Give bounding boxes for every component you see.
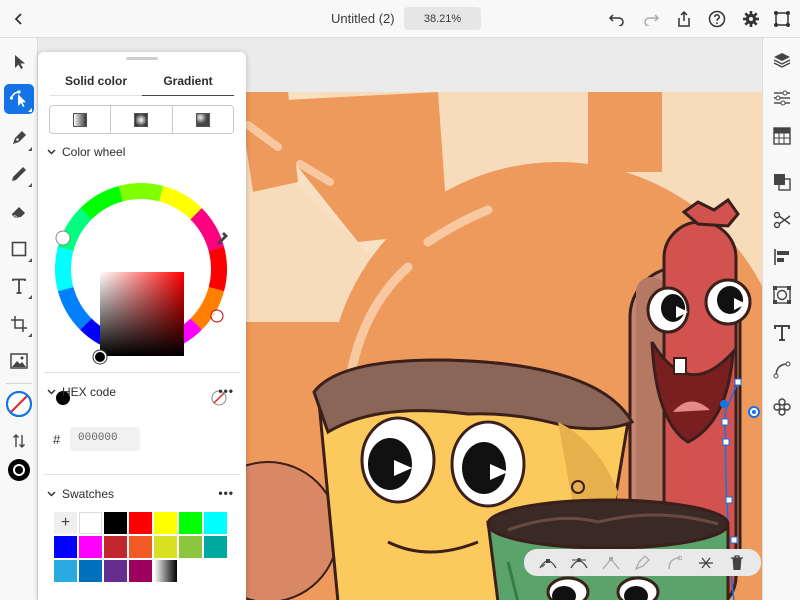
color-swatch[interactable] — [104, 560, 127, 582]
corner-anchor-icon[interactable] — [601, 553, 621, 573]
add-anchor-icon[interactable] — [632, 553, 652, 573]
add-swatch-button[interactable]: + — [54, 512, 77, 534]
hex-code-input[interactable]: 000000 — [70, 427, 140, 451]
color-swatch[interactable] — [104, 512, 127, 534]
toolbar-divider — [6, 383, 32, 384]
color-swatch[interactable] — [154, 536, 177, 558]
stroke-swatch-icon[interactable] — [4, 455, 34, 485]
pathfinder-icon[interactable] — [771, 171, 793, 193]
color-wheel-section-header[interactable]: Color wheel — [44, 144, 125, 160]
swap-icon[interactable] — [4, 426, 34, 456]
color-swatch[interactable] — [54, 536, 77, 558]
color-wheel-heading: Color wheel — [62, 145, 126, 159]
swatches-section-header[interactable]: Swatches — [44, 486, 114, 502]
eraser-tool-icon[interactable] — [4, 196, 34, 226]
chevron-down-icon — [44, 149, 58, 155]
top-bar: Untitled (2) 38.21% — [0, 0, 800, 38]
share-icon[interactable] — [673, 8, 695, 30]
color-swatch[interactable] — [79, 536, 102, 558]
type-tool-icon[interactable] — [4, 271, 34, 301]
color-swatch[interactable] — [129, 536, 152, 558]
section-divider — [44, 474, 240, 475]
color-swatch[interactable] — [129, 560, 152, 582]
redo-icon[interactable] — [640, 8, 662, 30]
rectangle-tool-icon[interactable] — [4, 234, 34, 264]
color-swatch[interactable] — [179, 512, 202, 534]
hex-code-heading: HEX code — [62, 385, 117, 399]
chevron-down-icon — [44, 491, 58, 497]
document-title[interactable]: Untitled (2) — [331, 11, 395, 26]
radial-gradient-icon[interactable] — [111, 106, 173, 133]
path-icon[interactable] — [771, 359, 793, 381]
color-swatch[interactable] — [204, 536, 227, 558]
type-panel-icon[interactable] — [771, 322, 793, 344]
section-divider — [44, 372, 240, 373]
arrange-icon[interactable] — [771, 8, 793, 30]
pencil-tool-icon[interactable] — [4, 159, 34, 189]
scissors-icon[interactable] — [771, 209, 793, 231]
color-swatch[interactable] — [154, 560, 177, 582]
transform-tool-icon[interactable] — [4, 309, 34, 339]
fill-stroke-swatch-icon[interactable] — [4, 389, 34, 419]
color-swatch[interactable] — [204, 512, 227, 534]
path-edit-toolbar — [524, 549, 761, 576]
back-chevron-icon[interactable] — [8, 8, 30, 30]
color-wheel-picker[interactable] — [38, 162, 246, 412]
hex-code-section-header[interactable]: HEX code — [44, 384, 116, 400]
undo-icon[interactable] — [606, 8, 628, 30]
color-swatch[interactable] — [79, 512, 102, 534]
panel-grab-handle[interactable] — [126, 57, 158, 60]
left-toolbar — [0, 38, 38, 600]
direct-selection-tool-icon[interactable] — [4, 84, 34, 114]
right-toolbar — [762, 38, 800, 600]
delete-icon[interactable] — [727, 553, 747, 573]
color-mode-tabs: Solid color Gradient — [50, 74, 234, 96]
zoom-level[interactable]: 38.21% — [404, 7, 481, 30]
properties-icon[interactable] — [771, 87, 793, 109]
color-swatch[interactable] — [54, 560, 77, 582]
align-icon[interactable] — [771, 246, 793, 268]
selection-tool-icon[interactable] — [4, 47, 34, 77]
image-tool-icon[interactable] — [4, 346, 34, 376]
pen-tool-icon[interactable] — [4, 123, 34, 153]
remove-anchor-icon[interactable] — [664, 553, 684, 573]
swatches-heading: Swatches — [62, 487, 115, 501]
tab-gradient[interactable]: Gradient — [142, 74, 234, 96]
smooth-anchor-icon[interactable] — [569, 553, 589, 573]
hex-more-options-icon[interactable]: ••• — [218, 384, 234, 398]
help-icon[interactable] — [706, 8, 728, 30]
color-swatch[interactable] — [104, 536, 127, 558]
color-swatch[interactable] — [154, 512, 177, 534]
layers-icon[interactable] — [771, 49, 793, 71]
color-swatch[interactable] — [179, 536, 202, 558]
convert-anchor-icon[interactable] — [538, 553, 558, 573]
tab-solid-color[interactable]: Solid color — [50, 74, 142, 96]
linear-gradient-icon[interactable] — [50, 106, 112, 133]
image-trace-icon[interactable] — [771, 284, 793, 306]
cut-path-icon[interactable] — [696, 553, 716, 573]
settings-gear-icon[interactable] — [740, 8, 762, 30]
libraries-icon[interactable] — [771, 125, 793, 147]
swatch-grid: + — [54, 512, 228, 582]
hex-prefix: # — [53, 432, 61, 447]
swatches-more-options-icon[interactable]: ••• — [218, 486, 234, 500]
color-swatch[interactable] — [129, 512, 152, 534]
color-panel: Solid color Gradient Color wheel HEX cod… — [38, 52, 246, 600]
gradient-type-selector — [49, 105, 234, 134]
freeform-gradient-icon[interactable] — [173, 106, 233, 133]
chevron-down-icon — [44, 389, 58, 395]
repeat-icon[interactable] — [771, 396, 793, 418]
color-swatch[interactable] — [79, 560, 102, 582]
